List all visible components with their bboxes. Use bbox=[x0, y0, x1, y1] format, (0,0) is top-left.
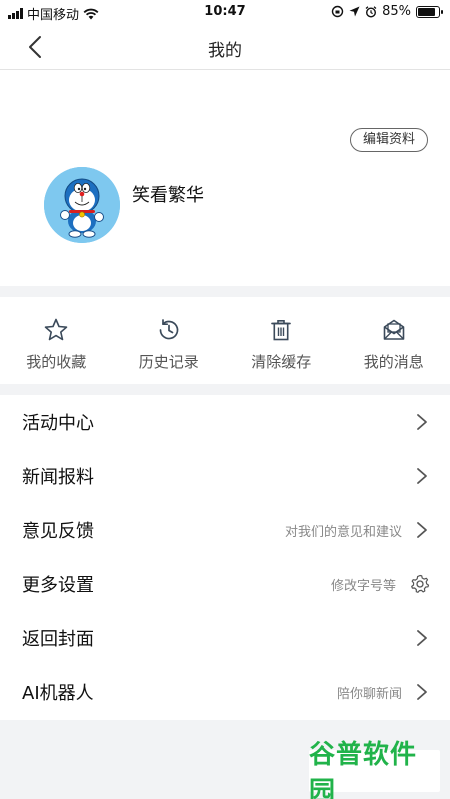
menu-item-label: AI机器人 bbox=[22, 683, 94, 704]
menu-item-label: 更多设置 bbox=[22, 575, 94, 596]
username: 笑看繁华 bbox=[132, 185, 204, 206]
nav-bar: 我的 bbox=[0, 24, 450, 70]
menu-item-return-cover[interactable]: 返回封面 bbox=[0, 611, 450, 665]
doraemon-avatar-icon bbox=[44, 167, 120, 243]
location-icon bbox=[349, 6, 360, 17]
status-bar: 中国移动 10:47 85% bbox=[0, 0, 450, 24]
menu-item-feedback[interactable]: 意见反馈 对我们的意见和建议 bbox=[0, 503, 450, 557]
menu-item-hint: 陪你聊新闻 bbox=[336, 686, 402, 702]
quick-action-clear-cache[interactable]: 清除缓存 bbox=[225, 297, 338, 384]
chevron-right-icon bbox=[417, 414, 427, 430]
chevron-right-icon bbox=[417, 468, 427, 484]
menu-item-label: 意见反馈 bbox=[22, 521, 94, 542]
history-icon bbox=[159, 319, 179, 340]
menu-item-label: 活动中心 bbox=[22, 413, 94, 434]
quick-action-label: 历史记录 bbox=[138, 353, 199, 371]
edit-profile-button[interactable]: 编辑资料 bbox=[349, 128, 428, 152]
star-icon bbox=[44, 318, 68, 341]
battery-percent: 85% bbox=[382, 4, 411, 19]
menu-item-more-settings[interactable]: 更多设置 修改字号等 bbox=[0, 557, 450, 611]
watermark-logo: 谷普软件园 bbox=[309, 740, 440, 799]
status-right: 85% bbox=[331, 4, 443, 19]
menu-item-hint: 修改字号等 bbox=[330, 578, 396, 594]
menu-item-activity-center[interactable]: 活动中心 bbox=[0, 395, 450, 449]
menu-item-hint: 对我们的意见和建议 bbox=[284, 524, 402, 540]
page-title: 我的 bbox=[208, 41, 242, 61]
trash-icon bbox=[271, 320, 292, 341]
chevron-right-icon bbox=[417, 522, 427, 538]
quick-action-label: 我的消息 bbox=[363, 353, 424, 371]
profile-card: 编辑资料 笑看繁华 bbox=[0, 70, 450, 286]
menu-item-ai-robot[interactable]: AI机器人 陪你聊新闻 bbox=[0, 665, 450, 719]
chevron-right-icon bbox=[417, 684, 427, 700]
menu-item-news-tip[interactable]: 新闻报料 bbox=[0, 449, 450, 503]
quick-actions: 我的收藏 历史记录 清除缓存 我的消息 bbox=[0, 297, 450, 384]
watermark-text: 谷普软件园 bbox=[309, 740, 418, 799]
quick-action-label: 清除缓存 bbox=[251, 353, 312, 371]
mail-icon bbox=[383, 319, 405, 340]
chevron-right-icon bbox=[417, 630, 427, 646]
quick-action-messages[interactable]: 我的消息 bbox=[338, 297, 450, 384]
settings-menu: 活动中心 新闻报料 意见反馈 对我们的意见和建议 更多设置 修改字号等 返回封面… bbox=[0, 395, 450, 720]
quick-action-history[interactable]: 历史记录 bbox=[113, 297, 226, 384]
menu-item-label: 返回封面 bbox=[22, 629, 94, 650]
alarm-icon bbox=[365, 5, 377, 18]
avatar[interactable] bbox=[44, 167, 120, 243]
quick-action-label: 我的收藏 bbox=[26, 353, 87, 371]
menu-item-label: 新闻报料 bbox=[22, 467, 94, 488]
battery-icon bbox=[416, 5, 443, 18]
quick-action-favorites[interactable]: 我的收藏 bbox=[0, 297, 113, 384]
orientation-lock-icon bbox=[331, 5, 344, 18]
gear-icon bbox=[411, 574, 430, 593]
